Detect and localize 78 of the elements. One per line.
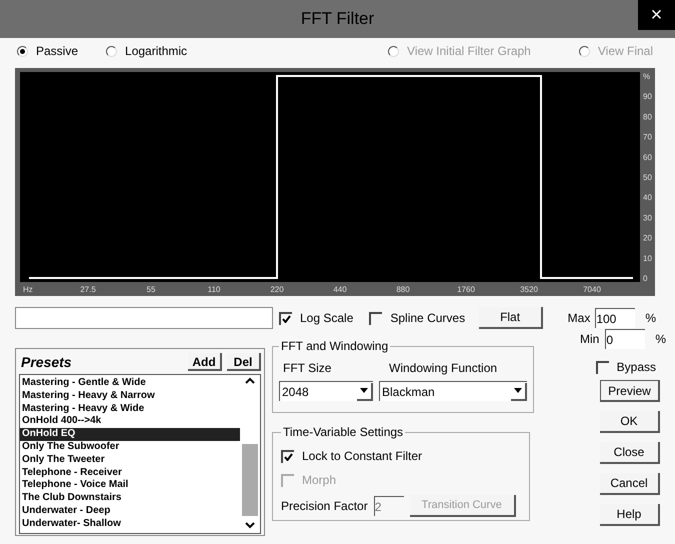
y-axis-label: 0 [643,274,648,283]
checkbox-option[interactable]: Lock to Constant Filter [281,447,521,465]
max-field[interactable]: 100 [595,308,636,328]
windowing-function-value: Blackman [382,384,435,400]
time-variable-group-title: Time-Variable Settings [282,424,404,441]
y-axis-label: 70 [643,132,652,142]
y-axis-label: % [643,72,650,81]
dropdown-arrow-icon[interactable] [357,382,373,400]
x-axis-label: 7040 [583,285,601,294]
min-label: Min [580,331,600,348]
percent-label: % [655,331,666,348]
preset-item[interactable]: Telephone - Voice Mail [20,479,240,492]
preset-name-field[interactable] [15,307,273,329]
y-axis-label: 40 [643,193,652,202]
preset-item[interactable]: Only The Subwoofer [20,440,240,454]
y-axis-label: 10 [643,254,652,263]
y-axis-label: 80 [643,112,652,122]
y-axis-label: 60 [643,152,652,162]
max-label: Max [568,310,590,327]
precision-factor-label: Precision Factor [281,498,368,515]
precision-factor-field[interactable]: 2 [374,496,404,516]
dialog-button[interactable]: Flat [479,307,544,329]
dialog-button[interactable]: Add [188,353,222,371]
x-axis-label: 27.5 [80,285,96,294]
preset-item[interactable]: Mastering - Heavy & Narrow [20,390,240,403]
radio-option[interactable]: Passive [17,42,78,60]
checkbox-option[interactable]: Bypass [596,358,656,376]
checkbox[interactable] [369,312,382,324]
fft-size-dropdown[interactable]: 2048 [279,381,373,401]
fft-size-value: 2048 [282,384,309,400]
x-axis-label: 880 [396,285,410,294]
preset-item[interactable]: Underwater- Shallow [20,518,240,531]
dialog-button[interactable]: Cancel [600,473,660,495]
y-axis-label: 20 [643,234,652,243]
preset-item[interactable]: Underwater - Deep [20,504,240,518]
checkbox[interactable] [281,450,294,462]
dialog-button[interactable]: Help [600,504,660,526]
dialog-button[interactable]: OK [600,411,660,433]
preset-item[interactable]: Only The Tweeter [20,454,240,467]
x-axis-label: 110 [208,285,220,294]
windowing-function-label: Windowing Function [389,360,498,377]
scroll-up-icon[interactable] [245,377,255,384]
y-axis-label: 50 [643,173,652,182]
close-button[interactable]: × [638,0,675,30]
dialog-button[interactable]: Preview [600,380,660,402]
dropdown-arrow-icon[interactable] [511,382,527,400]
preset-item[interactable]: Telephone - Receiver [20,466,240,480]
x-axis-label: 220 [270,285,284,294]
preset-item[interactable]: OnHold EQ [20,428,240,441]
windowing-function-dropdown[interactable]: Blackman [379,381,527,401]
y-axis-label: 30 [643,213,652,222]
x-axis-label: 1760 [457,285,475,294]
checkmark-icon [282,315,291,323]
y-axis-label: 90 [643,92,652,102]
fft-group-title: FFT and Windowing [280,338,390,355]
window-title: FFT Filter [300,8,374,30]
radio-option[interactable]: Logarithmic [106,42,188,60]
percent-label: % [645,310,656,327]
checkbox-option[interactable]: Spline Curves [369,309,466,327]
preset-item[interactable]: The Club Downstairs [20,492,240,505]
preset-item[interactable]: Mastering - Gentle & Wide [20,377,240,390]
x-axis-label: 3520 [520,285,538,294]
scroll-down-icon[interactable] [245,522,255,529]
x-axis-label: 55 [146,285,156,294]
min-field[interactable]: 0 [605,329,646,349]
x-axis-label: Hz [23,285,33,294]
preset-item[interactable]: OnHold 400-->4k [20,415,240,428]
preset-item[interactable]: Mastering - Heavy & Wide [20,402,240,416]
fft-size-label: FFT Size [283,360,332,377]
checkbox[interactable] [279,312,292,324]
scroll-thumb[interactable] [242,444,258,516]
presets-title: Presets [21,352,72,372]
checkbox[interactable] [596,360,609,374]
checkmark-icon [284,453,293,461]
checkbox-option[interactable]: Log Scale [279,309,354,327]
dialog-button[interactable]: Close [600,442,660,464]
x-axis-label: 440 [333,285,347,294]
dialog-button[interactable]: Del [227,353,261,371]
